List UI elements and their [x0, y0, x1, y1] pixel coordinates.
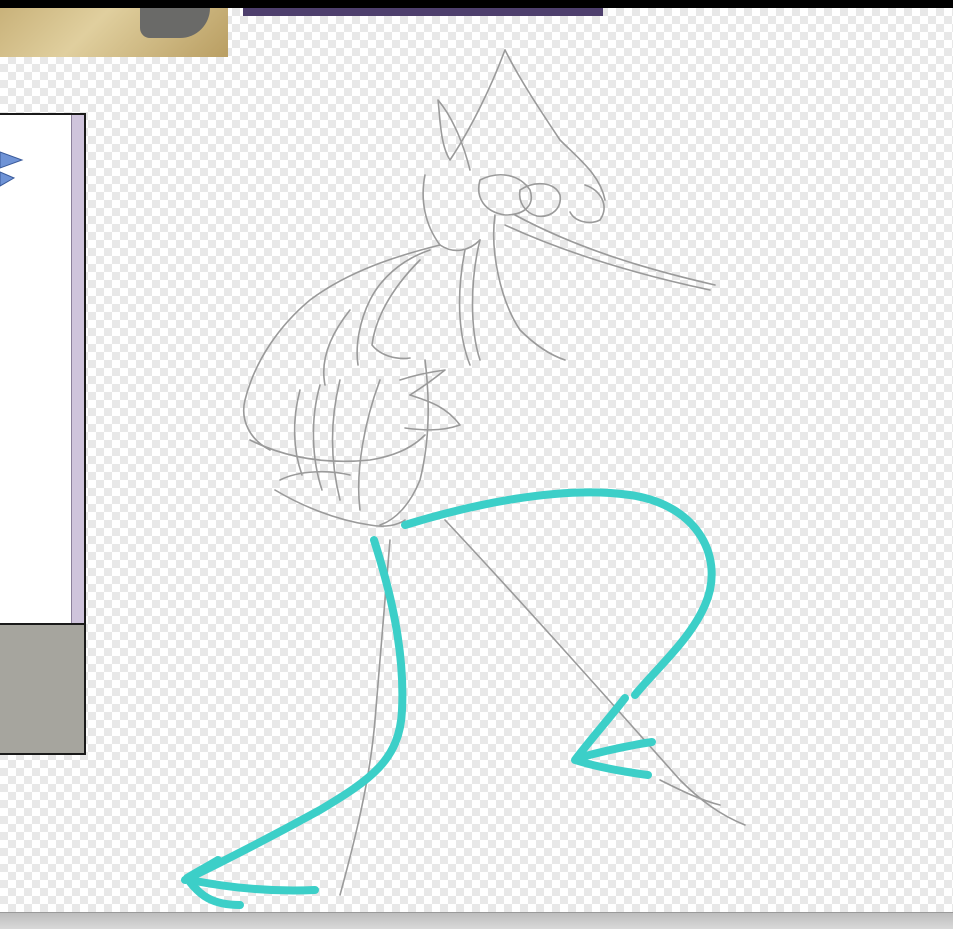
sketch-head-crest [504, 49, 606, 201]
sketch-beak-bottom [504, 224, 711, 291]
sketch-leg-guide-left [339, 539, 391, 896]
sketch-eye [518, 182, 562, 218]
sketch-body-front [379, 359, 430, 526]
sketch-wing-inner [371, 259, 421, 360]
sketch-neck-back-2 [458, 249, 471, 366]
sketch-leg-guide-foot [659, 779, 721, 806]
ink-back-leg-arrow [571, 694, 652, 779]
sketch-leg-guide [444, 519, 746, 826]
sketch-hip-2 [279, 470, 351, 481]
drawing-canvas[interactable] [0, 8, 953, 912]
sketch-shoulder [243, 244, 441, 451]
sketch-eye-right [569, 184, 605, 224]
sketch-wing-feather [399, 369, 446, 396]
sketch-head-outline [422, 174, 481, 252]
ink-front-leg-heel [186, 876, 319, 895]
sketch-neck-front [492, 214, 566, 361]
sketch-beak-top [514, 214, 716, 286]
bottom-bar [0, 912, 953, 929]
ink-front-leg [181, 536, 407, 884]
sketch-belly [249, 434, 426, 463]
sketch-head-back [437, 49, 506, 171]
pencil-sketch [243, 49, 746, 896]
sketch-layer [181, 49, 746, 909]
sketch-neck-back [471, 239, 481, 361]
top-bar [0, 0, 953, 8]
sketch-wing-feather-2 [404, 394, 461, 431]
ink-strokes [181, 488, 716, 909]
sketch-head-circle [478, 174, 532, 216]
ink-back-leg [401, 488, 716, 699]
sketch-body-lines [331, 379, 341, 501]
sketch-wing-tip [322, 309, 351, 386]
sketch-body-lines-2 [312, 384, 323, 491]
sketch-hip [274, 489, 406, 527]
sketch-body-lines-3 [293, 389, 303, 476]
sketch-body-front-2 [357, 379, 381, 511]
